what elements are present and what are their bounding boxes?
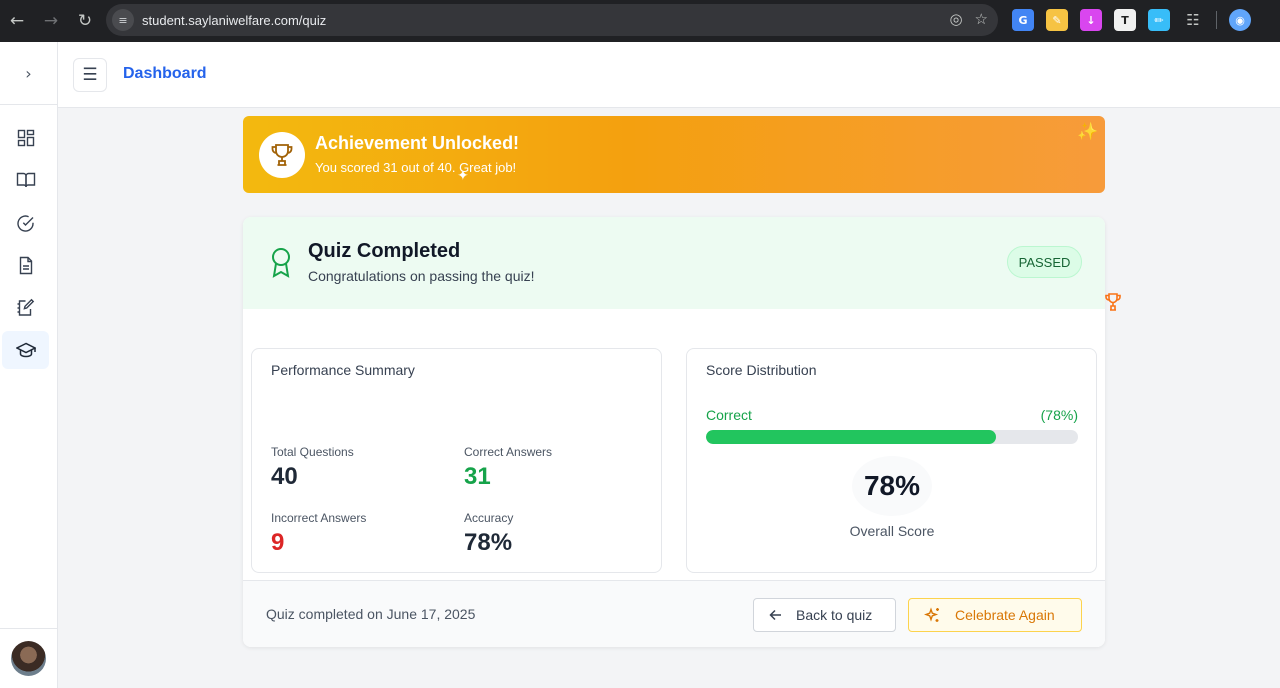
eye-off-icon[interactable]: ◎ — [949, 10, 962, 28]
trophy-icon — [1105, 293, 1121, 311]
banner-subtitle: You scored 31 out of 40. Great job! — [315, 160, 517, 175]
sidebar-rail: › — [0, 42, 58, 688]
book-icon[interactable] — [2, 161, 49, 199]
score-distribution-panel: Score Distribution Correct (78%) 78% Ove… — [686, 348, 1097, 573]
back-arrow-icon[interactable]: ← — [0, 4, 34, 38]
site-settings-icon[interactable]: ≡ — [112, 9, 134, 31]
url-text[interactable]: student.saylaniwelfare.com/quiz — [142, 13, 326, 28]
back-to-quiz-button[interactable]: Back to quiz — [753, 598, 896, 632]
page-title[interactable]: Dashboard — [123, 65, 207, 83]
award-icon — [272, 248, 290, 278]
bookmark-star-icon[interactable]: ☆ — [975, 10, 988, 28]
card-footer: Quiz completed on June 17, 2025 Back to … — [243, 580, 1105, 647]
stat-label: Incorrect Answers — [271, 511, 367, 525]
stat-value: 40 — [271, 463, 298, 490]
total-questions-stat: Total Questions 40 — [271, 445, 354, 491]
status-badge: PASSED — [1007, 246, 1082, 278]
sparkle-icon: ✦ — [457, 168, 469, 184]
overall-score-value: 78% — [852, 456, 932, 516]
back-button-label: Back to quiz — [796, 607, 873, 623]
panel-title: Score Distribution — [706, 362, 817, 378]
stat-value: 9 — [271, 529, 285, 556]
result-subtitle: Congratulations on passing the quiz! — [308, 268, 535, 284]
reload-icon[interactable]: ↻ — [68, 4, 102, 38]
address-bar[interactable]: ≡ student.saylaniwelfare.com/quiz ◎ ☆ — [106, 4, 998, 36]
user-avatar-area[interactable] — [0, 628, 57, 688]
result-header: Quiz Completed Congratulations on passin… — [243, 217, 1105, 309]
incorrect-answers-stat: Incorrect Answers 9 — [271, 511, 366, 557]
stat-label: Correct Answers — [464, 445, 553, 459]
toolbar-divider — [1216, 11, 1217, 29]
puzzle-extensions-icon[interactable]: ☷ — [1182, 9, 1204, 31]
stat-value: 78% — [464, 529, 513, 556]
stat-label: Total Questions — [271, 445, 354, 459]
result-title: Quiz Completed — [308, 240, 461, 262]
reader-extension-icon[interactable]: T — [1114, 9, 1136, 31]
progress-bar — [706, 430, 1078, 444]
translate-extension-icon[interactable]: G — [1012, 9, 1034, 31]
check-circle-icon[interactable] — [2, 204, 49, 242]
browser-toolbar: ← → ↻ ≡ student.saylaniwelfare.com/quiz … — [0, 0, 1280, 42]
download-extension-icon[interactable]: ↓ — [1080, 9, 1102, 31]
stat-value: 31 — [464, 463, 491, 490]
document-icon[interactable] — [2, 246, 49, 284]
profile-icon[interactable]: ◉ — [1229, 9, 1251, 31]
progress-bar-fill — [706, 430, 997, 444]
celebrate-button-label: Celebrate Again — [955, 607, 1055, 623]
achievement-banner: Achievement Unlocked! You scored 31 out … — [243, 116, 1105, 193]
performance-summary-panel: Performance Summary Total Questions 40 C… — [251, 348, 662, 573]
quiz-result-card: Quiz Completed Congratulations on passin… — [243, 217, 1105, 647]
celebrate-again-button[interactable]: Celebrate Again — [908, 598, 1082, 632]
sparkles-icon: ✨ — [1077, 122, 1099, 142]
forward-arrow-icon[interactable]: → — [34, 4, 68, 38]
overall-score-label: Overall Score — [849, 523, 935, 539]
stat-label: Accuracy — [464, 511, 514, 525]
correct-label: Correct — [706, 407, 752, 423]
notebook-pen-icon[interactable] — [2, 288, 49, 326]
graduation-cap-icon[interactable] — [2, 331, 49, 369]
pen-extension-icon[interactable]: ✏ — [1148, 9, 1170, 31]
notes-extension-icon[interactable]: ✎ — [1046, 9, 1068, 31]
panel-title: Performance Summary — [271, 362, 415, 378]
correct-percent: (78%) — [1040, 407, 1078, 423]
dashboard-icon[interactable] — [2, 119, 49, 157]
hamburger-menu-icon[interactable]: ☰ — [73, 58, 107, 92]
banner-title: Achievement Unlocked! — [315, 133, 520, 153]
expand-sidebar-chevron-icon[interactable]: › — [0, 42, 57, 105]
app-header: ☰ Dashboard — [58, 42, 1280, 108]
trophy-badge — [259, 132, 305, 178]
completion-date: Quiz completed on June 17, 2025 — [266, 606, 476, 622]
arrow-left-icon — [769, 609, 782, 621]
trophy-icon — [271, 144, 293, 166]
correct-answers-stat: Correct Answers 31 — [464, 445, 552, 491]
sparkles-icon — [924, 606, 941, 624]
accuracy-stat: Accuracy 78% — [464, 511, 513, 557]
avatar[interactable] — [11, 641, 46, 676]
correct-row: Correct (78%) — [706, 407, 1078, 423]
